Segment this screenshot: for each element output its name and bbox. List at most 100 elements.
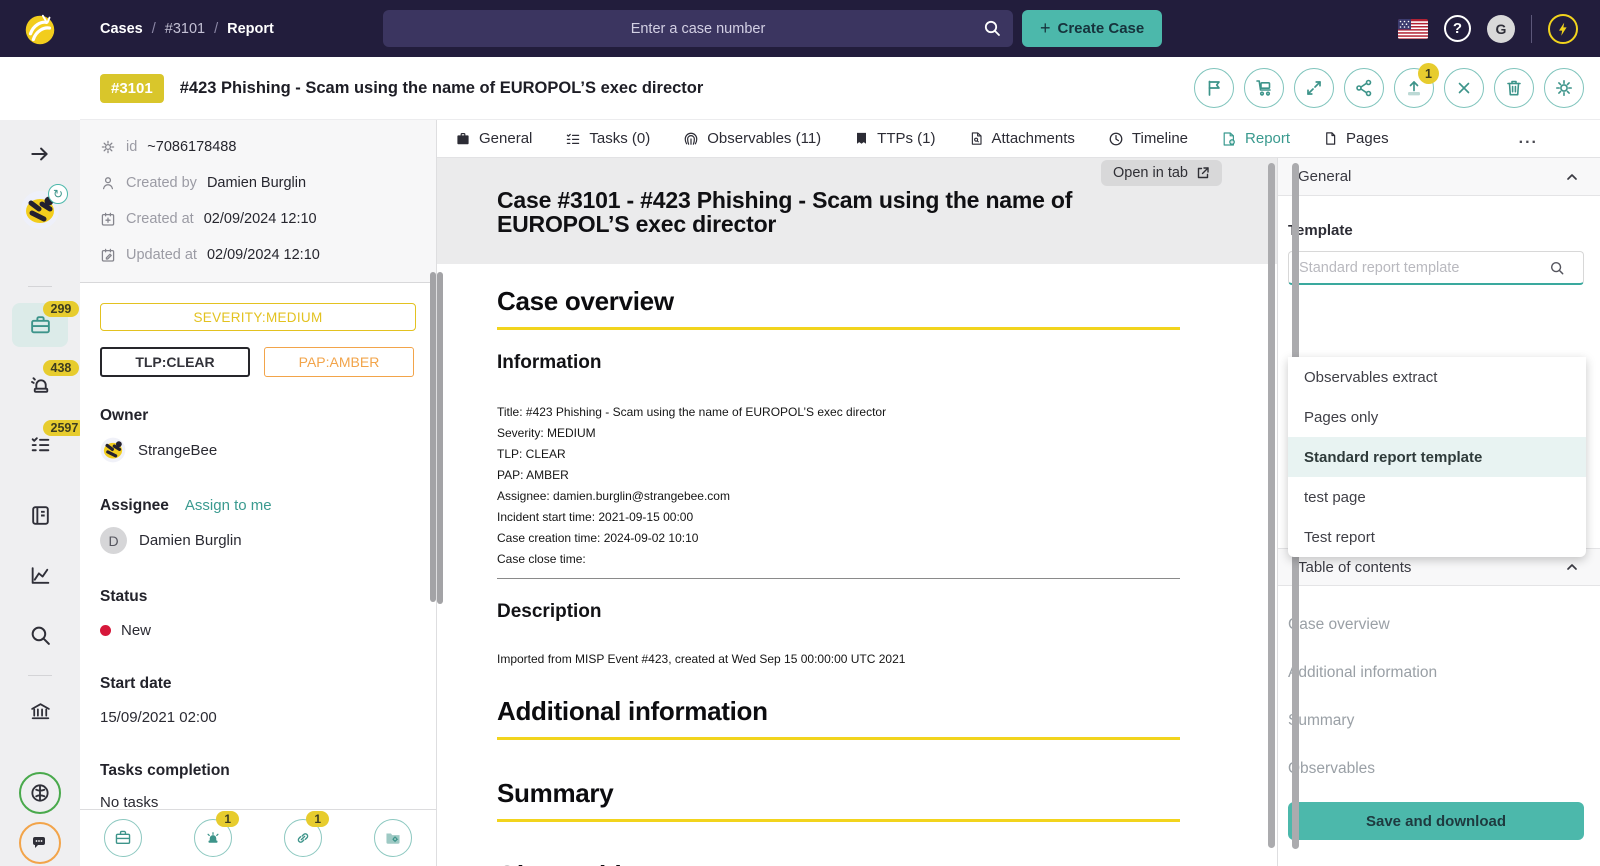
tlp-badge[interactable]: TLP:CLEAR (100, 347, 250, 377)
tab-timeline[interactable]: Timeline (1108, 130, 1188, 147)
related-cases-button[interactable] (104, 819, 142, 857)
sidebar-item-organisation[interactable] (0, 700, 80, 723)
breadcrumb-report[interactable]: Report (227, 21, 274, 37)
cases-count-badge: 299 (42, 301, 80, 317)
cortex-brain-icon (19, 772, 61, 814)
export-button[interactable]: 1 (1394, 63, 1439, 108)
collapse-button[interactable] (1294, 68, 1334, 108)
lightning-icon[interactable] (1548, 13, 1578, 44)
file-plus-icon (1221, 131, 1237, 147)
create-case-button[interactable]: + Create Case (1022, 10, 1163, 47)
toc-item-additional-information[interactable]: Additional information (1288, 664, 1583, 682)
breadcrumb-separator: / (151, 20, 156, 37)
status-dot-icon (100, 625, 111, 636)
app-logo[interactable] (0, 10, 80, 48)
report-description-text: Imported from MISP Event #423, created a… (497, 652, 906, 666)
sidebar-item-cortex[interactable] (0, 772, 80, 814)
toc-item-case-overview[interactable]: Case overview (1288, 616, 1583, 634)
toc-item-observables[interactable]: Observables (1288, 760, 1583, 778)
calendar-add-icon (100, 211, 116, 227)
heading-underline (497, 737, 1180, 740)
case-archive-button[interactable] (374, 819, 412, 857)
tab-tasks[interactable]: Tasks (0) (565, 130, 650, 147)
template-option-test-report[interactable]: Test report (1288, 517, 1586, 557)
luggage-cart-icon (1254, 78, 1274, 98)
share-icon (1354, 78, 1374, 98)
sidebar-divider (28, 286, 52, 287)
flag-button[interactable] (1194, 68, 1234, 108)
tab-pages[interactable]: Pages (1323, 130, 1389, 147)
close-case-button[interactable] (1444, 68, 1484, 108)
chevron-up-icon (1565, 560, 1579, 574)
breadcrumb-cases[interactable]: Cases (100, 21, 143, 37)
severity-badge[interactable]: SEVERITY:MEDIUM (100, 303, 416, 331)
toc-item-summary[interactable]: Summary (1288, 712, 1583, 730)
tab-observables[interactable]: Observables (11) (683, 130, 821, 147)
case-tabs: General Tasks (0) Observables (11) TTPs … (437, 120, 1600, 158)
responder-button[interactable] (1244, 68, 1284, 108)
sidebar-item-journal[interactable] (0, 504, 80, 527)
template-option-standard[interactable]: Standard report template (1288, 437, 1586, 477)
sidebar-item-dashboards[interactable] (0, 564, 80, 587)
breadcrumb-separator: / (214, 20, 219, 37)
language-flag-us-icon[interactable] (1398, 18, 1428, 39)
sidebar-item-chat[interactable] (0, 822, 80, 864)
meta-row-id: id ~7086178488 (100, 129, 436, 165)
expand-sidebar-button[interactable] (0, 142, 80, 166)
breadcrumb-case-number[interactable]: #3101 (165, 21, 205, 37)
report-settings-panel: General Template Observables extract Pag… (1277, 158, 1600, 866)
template-option-pages-only[interactable]: Pages only (1288, 397, 1586, 437)
related-alerts-button[interactable]: 1 (194, 811, 239, 857)
details-footer: 1 1 (80, 809, 436, 866)
export-count-badge: 1 (1418, 63, 1439, 84)
briefcase-icon (29, 314, 52, 337)
attack-book-icon (854, 131, 869, 146)
tab-report[interactable]: Report (1221, 130, 1290, 147)
tabs-more-button[interactable]: ... (1519, 130, 1538, 148)
help-icon[interactable]: ? (1444, 15, 1471, 42)
case-search-input[interactable] (383, 10, 1013, 47)
details-scrollbar[interactable] (430, 272, 436, 602)
template-search-input[interactable] (1288, 251, 1584, 285)
open-in-tab-button[interactable]: Open in tab (1101, 160, 1222, 186)
owner-row: StrangeBee (100, 437, 416, 463)
gear-icon (100, 139, 116, 155)
report-scrollbar[interactable] (1268, 163, 1275, 848)
case-settings-button[interactable] (1544, 68, 1584, 108)
tab-general[interactable]: General (455, 130, 532, 147)
sidebar-item-search[interactable] (0, 624, 80, 647)
bank-icon (29, 700, 52, 723)
save-and-download-button[interactable]: Save and download (1288, 802, 1584, 840)
sidebar-divider (28, 675, 52, 676)
sidebar-item-cases[interactable]: 299 (0, 301, 80, 337)
sidebar-item-tasks[interactable]: 2597 (0, 420, 87, 456)
alerts-count-badge: 438 (42, 360, 80, 376)
tab-ttps[interactable]: TTPs (1) (854, 130, 936, 147)
report-case-title: Case #3101 - #423 Phishing - Scam using … (497, 187, 1073, 238)
share-button[interactable] (1344, 68, 1384, 108)
delete-case-button[interactable] (1494, 68, 1534, 108)
link-icon (294, 829, 312, 847)
assignee-name: Damien Burglin (139, 532, 242, 549)
tab-attachments[interactable]: Attachments (969, 130, 1075, 147)
fingerprint-icon (683, 131, 699, 147)
organisation-avatar[interactable]: ↻ (0, 184, 80, 230)
template-option-test-page[interactable]: test page (1288, 477, 1586, 517)
pap-badge[interactable]: PAP:AMBER (264, 347, 414, 377)
case-title: #423 Phishing - Scam using the name of E… (179, 78, 704, 97)
general-section-header[interactable]: General (1278, 158, 1600, 196)
template-option-observables-extract[interactable]: Observables extract (1288, 357, 1586, 397)
linked-cases-button[interactable]: 1 (284, 811, 329, 857)
flag-icon (1204, 78, 1224, 98)
assignee-avatar: D (100, 527, 127, 554)
bee-owner-icon (100, 437, 126, 463)
status-value[interactable]: New (100, 622, 416, 639)
sidebar-item-alerts[interactable]: 438 (0, 360, 80, 396)
assign-to-me-link[interactable]: Assign to me (185, 497, 272, 514)
top-navbar: Cases / #3101 / Report + Create Case ? G (0, 0, 1600, 57)
chevron-up-icon (1565, 170, 1579, 184)
magnifier-icon (29, 624, 52, 647)
report-left-scrollbar[interactable] (437, 272, 443, 604)
report-divider (497, 578, 1180, 579)
user-avatar[interactable]: G (1487, 14, 1515, 43)
